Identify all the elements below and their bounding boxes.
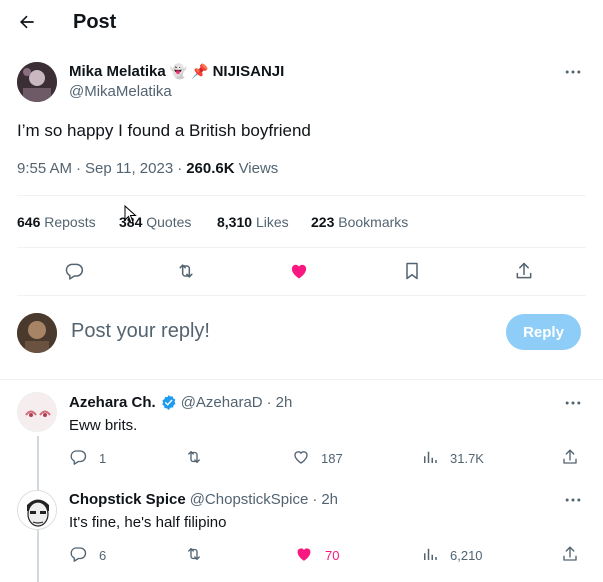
reply-count: 6 bbox=[99, 548, 107, 563]
share-icon[interactable] bbox=[561, 448, 579, 466]
pushpin-emoji-icon: 📌 bbox=[191, 63, 209, 79]
more-options-icon[interactable] bbox=[563, 393, 583, 413]
verified-badge-icon bbox=[160, 394, 177, 411]
like-icon-active[interactable] bbox=[289, 261, 309, 281]
post-time[interactable]: 9:55 AM bbox=[17, 160, 72, 177]
retweet-icon[interactable] bbox=[185, 545, 203, 563]
reply-button[interactable]: Reply bbox=[506, 314, 581, 350]
reply-icon[interactable] bbox=[69, 545, 87, 563]
views-count: 6,210 bbox=[450, 548, 483, 563]
reposts-count: 646 bbox=[17, 214, 41, 230]
reply-author-handle[interactable]: @AzeharaD bbox=[181, 394, 263, 411]
views-count: 260.6K bbox=[186, 160, 235, 177]
reply-text: It's fine, he's half filipino bbox=[69, 514, 227, 531]
likes-stat[interactable]: 8,310 Likes bbox=[217, 214, 289, 230]
reply-time[interactable]: 2h bbox=[276, 394, 293, 411]
reposts-stat[interactable]: 646 Reposts bbox=[17, 214, 96, 230]
reply-author-name[interactable]: Azehara Ch. bbox=[69, 394, 156, 411]
reply-icon[interactable] bbox=[69, 448, 87, 466]
retweet-icon[interactable] bbox=[185, 448, 203, 466]
author-handle[interactable]: @MikaMelatika bbox=[69, 83, 172, 100]
post-text: I’m so happy I found a British boyfriend bbox=[17, 121, 311, 140]
bookmarks-stat[interactable]: 223 Bookmarks bbox=[311, 214, 408, 230]
current-user-avatar[interactable] bbox=[17, 313, 57, 353]
reply-time[interactable]: 2h bbox=[321, 491, 338, 508]
views-count: 31.7K bbox=[450, 451, 484, 466]
bookmarks-count: 223 bbox=[311, 214, 335, 230]
reply-avatar[interactable] bbox=[17, 490, 57, 530]
reply-author-handle[interactable]: @ChopstickSpice bbox=[190, 491, 309, 508]
share-icon[interactable] bbox=[561, 545, 579, 563]
reposts-label: Reposts bbox=[44, 214, 96, 230]
like-icon[interactable] bbox=[292, 448, 310, 466]
back-arrow-icon[interactable] bbox=[17, 12, 37, 32]
reply-icon[interactable] bbox=[64, 261, 84, 281]
reply-avatar[interactable] bbox=[17, 392, 57, 432]
author-name[interactable]: Mika Melatika bbox=[69, 63, 166, 80]
like-count: 70 bbox=[325, 548, 340, 563]
reply-text: Eww brits. bbox=[69, 417, 138, 434]
reply-author-name[interactable]: Chopstick Spice bbox=[69, 491, 186, 508]
page-title: Post bbox=[73, 11, 117, 33]
likes-label: Likes bbox=[255, 214, 289, 230]
mouse-cursor-icon bbox=[124, 205, 138, 225]
bookmark-icon[interactable] bbox=[402, 261, 422, 281]
more-options-icon[interactable] bbox=[563, 62, 583, 82]
quotes-label: Quotes bbox=[146, 214, 192, 230]
reply-input[interactable]: Post your reply! bbox=[71, 320, 210, 343]
separator-dot: · bbox=[177, 160, 183, 177]
views-icon[interactable] bbox=[421, 545, 439, 563]
reply-count: 1 bbox=[99, 451, 107, 466]
views-label: Views bbox=[238, 160, 279, 177]
bookmarks-label: Bookmarks bbox=[338, 214, 409, 230]
views-icon[interactable] bbox=[421, 448, 439, 466]
author-avatar[interactable] bbox=[17, 62, 57, 102]
like-icon-active[interactable] bbox=[295, 545, 313, 563]
author-badge-text: NIJISANJI bbox=[212, 63, 285, 80]
post-date[interactable]: Sep 11, 2023 bbox=[85, 160, 173, 177]
ghost-emoji-icon: 👻 bbox=[169, 63, 188, 79]
more-options-icon[interactable] bbox=[563, 490, 583, 510]
separator-dot: · bbox=[312, 491, 318, 508]
likes-count: 8,310 bbox=[217, 214, 253, 230]
separator-dot: · bbox=[76, 160, 82, 177]
like-count: 187 bbox=[321, 451, 343, 466]
retweet-icon[interactable] bbox=[176, 261, 196, 281]
share-icon[interactable] bbox=[514, 261, 534, 281]
separator-dot: · bbox=[266, 394, 272, 411]
